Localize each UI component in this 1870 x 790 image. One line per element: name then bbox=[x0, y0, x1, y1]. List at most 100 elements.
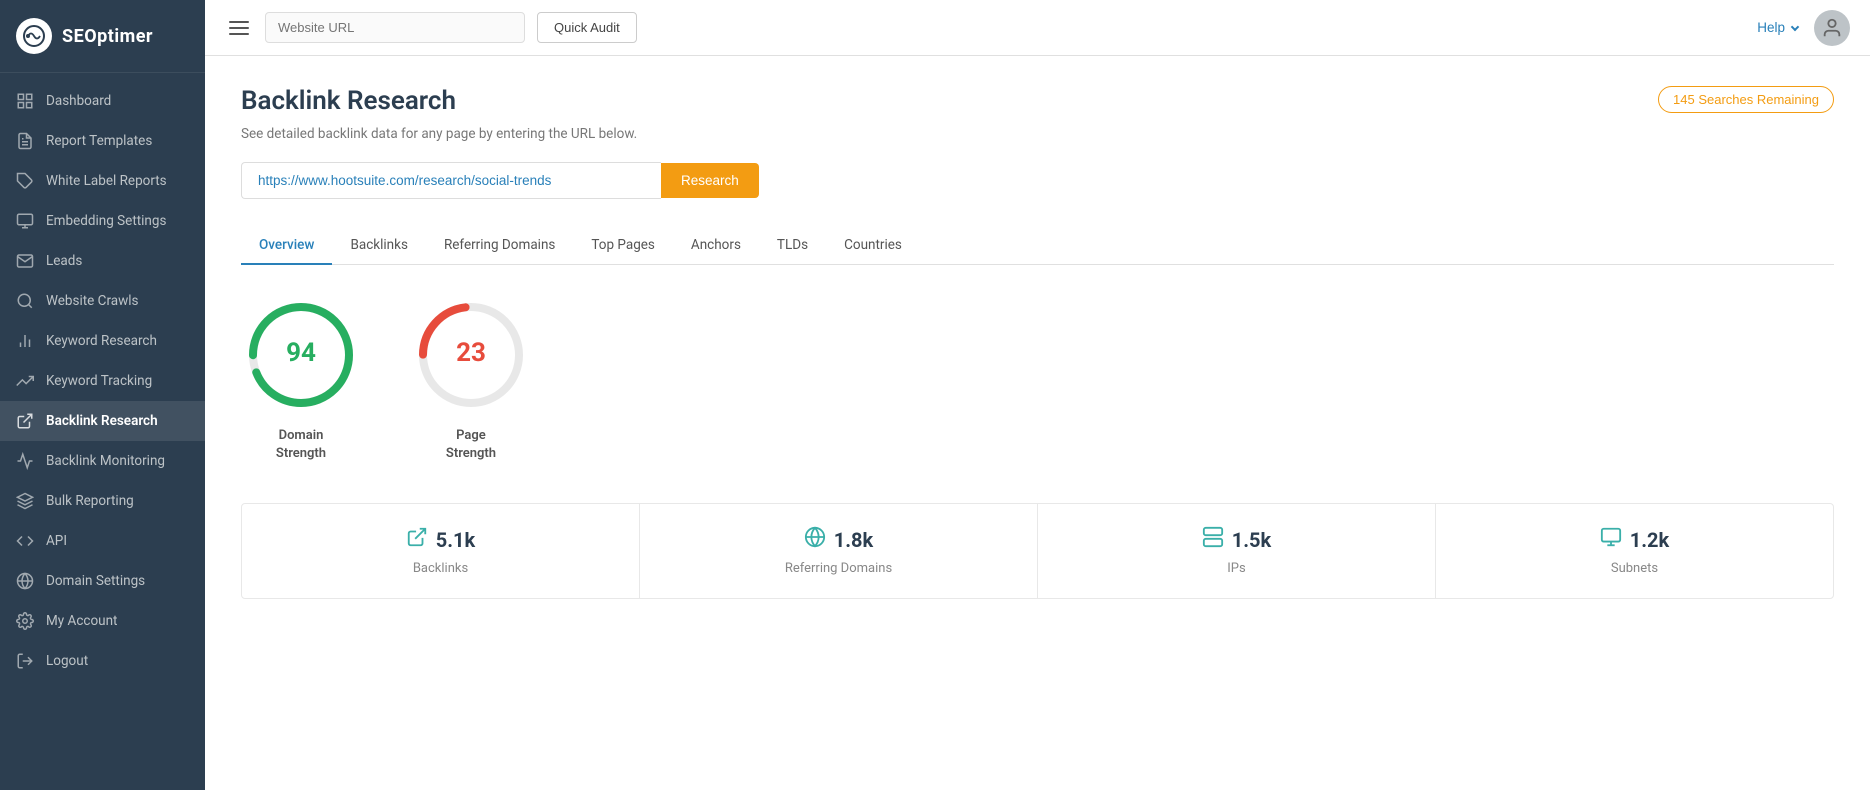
settings-icon bbox=[16, 612, 34, 630]
sidebar-label-keyword-tracking: Keyword Tracking bbox=[46, 373, 152, 389]
stat-referring-domains-label: Referring Domains bbox=[785, 561, 892, 576]
sidebar-item-leads[interactable]: Leads bbox=[0, 241, 205, 281]
stat-backlinks-number: 5.1k bbox=[436, 528, 475, 552]
monitor-icon bbox=[16, 212, 34, 230]
backlinks-stat-icon bbox=[406, 526, 428, 553]
stat-ips: 1.5k IPs bbox=[1038, 504, 1436, 598]
research-url-input[interactable] bbox=[241, 162, 661, 199]
tab-tlds[interactable]: TLDs bbox=[759, 227, 826, 265]
stats-row: 5.1k Backlinks 1.8k Referring Domains bbox=[241, 503, 1834, 599]
searches-remaining-badge[interactable]: 145 Searches Remaining bbox=[1658, 86, 1834, 113]
sidebar-item-bulk-reporting[interactable]: Bulk Reporting bbox=[0, 481, 205, 521]
stat-backlinks-value-row: 5.1k bbox=[406, 526, 475, 553]
hamburger-line-2 bbox=[229, 27, 249, 29]
code-icon bbox=[16, 532, 34, 550]
sidebar-item-keyword-research[interactable]: Keyword Research bbox=[0, 321, 205, 361]
svg-text:94: 94 bbox=[286, 338, 316, 368]
log-out-icon bbox=[16, 652, 34, 670]
sidebar-label-backlink-research: Backlink Research bbox=[46, 413, 158, 429]
referring-domains-stat-icon bbox=[804, 526, 826, 553]
sidebar-item-embedding-settings[interactable]: Embedding Settings bbox=[0, 201, 205, 241]
sidebar: SEOptimer Dashboard Report Templates Whi… bbox=[0, 0, 205, 790]
tab-top-pages[interactable]: Top Pages bbox=[573, 227, 673, 265]
layers-icon bbox=[16, 492, 34, 510]
stat-subnets-value-row: 1.2k bbox=[1600, 526, 1669, 553]
sidebar-label-backlink-monitoring: Backlink Monitoring bbox=[46, 453, 165, 469]
stat-subnets: 1.2k Subnets bbox=[1436, 504, 1833, 598]
website-url-input[interactable] bbox=[265, 12, 525, 43]
help-chevron-icon bbox=[1791, 22, 1799, 30]
page-strength-gauge: 23 Page Strength bbox=[411, 295, 531, 463]
trending-up-icon bbox=[16, 372, 34, 390]
bar-chart-icon bbox=[16, 332, 34, 350]
page-subtitle: See detailed backlink data for any page … bbox=[241, 126, 1834, 142]
page-content: Backlink Research 145 Searches Remaining… bbox=[205, 56, 1870, 790]
search-icon bbox=[16, 292, 34, 310]
topbar: Quick Audit Help bbox=[205, 0, 1870, 56]
file-text-icon bbox=[16, 132, 34, 150]
sidebar-item-dashboard[interactable]: Dashboard bbox=[0, 81, 205, 121]
sidebar-label-domain-settings: Domain Settings bbox=[46, 573, 145, 589]
activity-icon bbox=[16, 452, 34, 470]
stat-referring-domains-number: 1.8k bbox=[834, 528, 873, 552]
page-title: Backlink Research bbox=[241, 86, 456, 116]
hamburger-line-1 bbox=[229, 21, 249, 23]
sidebar-item-backlink-research[interactable]: Backlink Research bbox=[0, 401, 205, 441]
subnets-stat-icon bbox=[1600, 526, 1622, 553]
tab-anchors[interactable]: Anchors bbox=[673, 227, 759, 265]
page-strength-svg: 23 bbox=[411, 295, 531, 415]
logo-text: SEOptimer bbox=[62, 26, 153, 47]
sidebar-label-dashboard: Dashboard bbox=[46, 93, 111, 109]
stat-backlinks: 5.1k Backlinks bbox=[242, 504, 640, 598]
sidebar-label-bulk-reporting: Bulk Reporting bbox=[46, 493, 134, 509]
sidebar-label-embedding-settings: Embedding Settings bbox=[46, 213, 166, 229]
sidebar-item-report-templates[interactable]: Report Templates bbox=[0, 121, 205, 161]
stat-ips-label: IPs bbox=[1227, 561, 1245, 576]
sidebar-item-keyword-tracking[interactable]: Keyword Tracking bbox=[0, 361, 205, 401]
user-avatar[interactable] bbox=[1814, 10, 1850, 46]
sidebar-item-white-label-reports[interactable]: White Label Reports bbox=[0, 161, 205, 201]
tag-icon bbox=[16, 172, 34, 190]
domain-strength-gauge: 94 Domain Strength bbox=[241, 295, 361, 463]
tab-backlinks[interactable]: Backlinks bbox=[332, 227, 426, 265]
ips-stat-icon bbox=[1202, 526, 1224, 553]
sidebar-label-my-account: My Account bbox=[46, 613, 117, 629]
sidebar-item-logout[interactable]: Logout bbox=[0, 641, 205, 681]
hamburger-button[interactable] bbox=[225, 17, 253, 39]
sidebar-item-website-crawls[interactable]: Website Crawls bbox=[0, 281, 205, 321]
tab-referring-domains[interactable]: Referring Domains bbox=[426, 227, 573, 265]
stat-referring-domains-value-row: 1.8k bbox=[804, 526, 873, 553]
stat-backlinks-label: Backlinks bbox=[413, 561, 468, 576]
sidebar-item-backlink-monitoring[interactable]: Backlink Monitoring bbox=[0, 441, 205, 481]
tab-countries[interactable]: Countries bbox=[826, 227, 920, 265]
topbar-right: Help bbox=[1757, 10, 1850, 46]
quick-audit-button[interactable]: Quick Audit bbox=[537, 12, 637, 43]
sidebar-item-my-account[interactable]: My Account bbox=[0, 601, 205, 641]
research-button[interactable]: Research bbox=[661, 163, 759, 198]
mail-icon bbox=[16, 252, 34, 270]
stat-ips-value-row: 1.5k bbox=[1202, 526, 1271, 553]
user-icon bbox=[1821, 17, 1843, 39]
sidebar-label-report-templates: Report Templates bbox=[46, 133, 152, 149]
sidebar-label-website-crawls: Website Crawls bbox=[46, 293, 139, 309]
sidebar-label-logout: Logout bbox=[46, 653, 88, 669]
tabs-row: Overview Backlinks Referring Domains Top… bbox=[241, 227, 1834, 265]
sidebar-item-domain-settings[interactable]: Domain Settings bbox=[0, 561, 205, 601]
external-link-icon bbox=[16, 412, 34, 430]
sidebar-label-white-label-reports: White Label Reports bbox=[46, 173, 167, 189]
sidebar-item-api[interactable]: API bbox=[0, 521, 205, 561]
help-button[interactable]: Help bbox=[1757, 20, 1798, 35]
domain-strength-label: Domain Strength bbox=[276, 427, 326, 463]
sidebar-label-api: API bbox=[46, 533, 67, 549]
domain-strength-svg: 94 bbox=[241, 295, 361, 415]
search-row: Research bbox=[241, 162, 1834, 199]
tab-overview[interactable]: Overview bbox=[241, 227, 332, 265]
main-area: Quick Audit Help Backlink Research 145 S… bbox=[205, 0, 1870, 790]
grid-icon bbox=[16, 92, 34, 110]
page-header: Backlink Research 145 Searches Remaining bbox=[241, 86, 1834, 116]
sidebar-logo[interactable]: SEOptimer bbox=[0, 0, 205, 73]
page-panel: Backlink Research 145 Searches Remaining… bbox=[205, 56, 1870, 790]
stat-ips-number: 1.5k bbox=[1232, 528, 1271, 552]
sidebar-label-keyword-research: Keyword Research bbox=[46, 333, 157, 349]
stat-subnets-number: 1.2k bbox=[1630, 528, 1669, 552]
